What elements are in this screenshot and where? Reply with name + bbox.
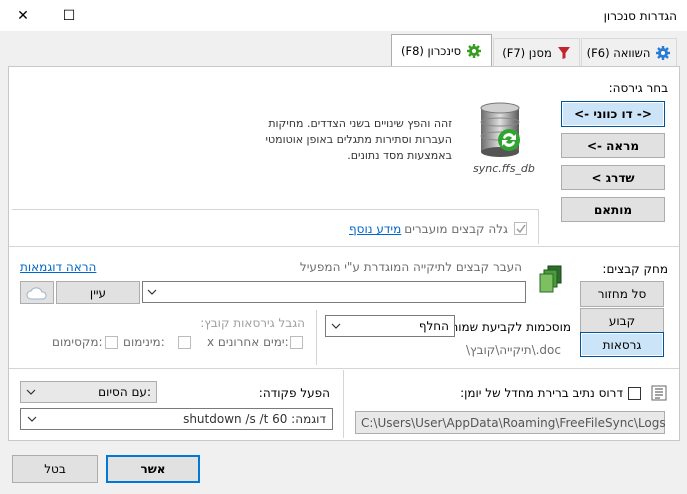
- separator: [9, 246, 679, 247]
- override-log-checkbox[interactable]: [628, 387, 641, 400]
- naming-label: מוסכמות לקביעת שמות:: [446, 320, 571, 334]
- maximize-button[interactable]: ☐: [46, 0, 92, 31]
- cloud-icon: [26, 286, 47, 299]
- variant-heading: בחר גירסה:: [608, 81, 668, 95]
- variant-description: זהה והפץ שינויים בשני הצדדים. מחיקות העב…: [265, 117, 452, 162]
- cloud-button[interactable]: [20, 281, 54, 304]
- close-button[interactable]: ✕: [0, 0, 46, 31]
- database-icon: [477, 100, 525, 160]
- separator: [343, 370, 344, 438]
- post-command-label: הפעל פקודה:: [258, 386, 330, 400]
- detect-moved-checkbox[interactable]: [514, 222, 527, 235]
- chevron-down-icon: [147, 289, 157, 295]
- db-caption: sync.ffs_db: [473, 162, 535, 175]
- deletion-hint: העבר קבצים לתיקייה המוגדרת ע"י המפעיל: [299, 260, 522, 274]
- maximum-label: מקסימום:: [52, 335, 103, 349]
- two-way-button[interactable]: <- דו כווני ->: [561, 101, 665, 127]
- last-days-checkbox[interactable]: [290, 336, 303, 349]
- gear-icon: [467, 44, 482, 58]
- recycle-bin-button[interactable]: סל מחזור: [580, 281, 664, 307]
- log-path-input[interactable]: C:\Users\User\AppData\Roaming\FreeFileSy…: [355, 411, 666, 434]
- tab-compare[interactable]: השוואה (F6): [581, 38, 677, 66]
- separator: [538, 209, 539, 244]
- title-bar: ✕ ☐ הגדרות סנכרון: [0, 0, 687, 31]
- tab-compare-label: השוואה (F6): [586, 45, 651, 60]
- permanent-button[interactable]: קבוע: [580, 308, 664, 333]
- show-examples-link[interactable]: הראה דוגמאות: [20, 260, 96, 274]
- naming-example: \תיקייה\קובץ\.doc: [466, 343, 561, 357]
- mirror-button[interactable]: מראה ->: [561, 133, 665, 158]
- naming-select[interactable]: החלף: [325, 315, 455, 337]
- deletion-heading: מחק קבצים:: [602, 262, 668, 276]
- post-command-when-select[interactable]: עם הסיום:: [20, 381, 157, 403]
- post-command-when-value: עם הסיום:: [98, 385, 151, 399]
- log-icon: [651, 385, 667, 404]
- custom-button[interactable]: מותאם: [561, 197, 665, 222]
- minimum-label: מינימום:: [123, 335, 165, 349]
- chevron-down-icon: [331, 323, 341, 329]
- separator: [12, 209, 538, 210]
- post-command-input[interactable]: shutdown /s /t 60 :דוגמה: [20, 408, 333, 430]
- log-path-value: C:\Users\User\AppData\Roaming\FreeFileSy…: [361, 415, 666, 430]
- ok-button[interactable]: אשר: [106, 455, 200, 483]
- minimum-checkbox[interactable]: [178, 336, 191, 349]
- more-info-link[interactable]: מידע נוסף: [349, 222, 401, 236]
- maximum-checkbox[interactable]: [105, 336, 118, 349]
- tab-filter-label: מסנן (F7): [502, 45, 552, 60]
- update-button[interactable]: שדרג >: [561, 165, 665, 190]
- browse-button[interactable]: עיין: [56, 281, 140, 304]
- tab-sync-label: סינכרון (F8): [400, 44, 462, 58]
- tab-sync[interactable]: סינכרון (F8): [391, 34, 492, 67]
- cancel-button[interactable]: בטל: [12, 455, 98, 483]
- tab-filter[interactable]: מסנן (F7): [493, 38, 580, 66]
- gear-icon: [656, 45, 671, 60]
- chevron-down-icon: [26, 389, 36, 395]
- chevron-down-icon: [27, 416, 37, 422]
- separator: [9, 368, 679, 369]
- post-command-value: shutdown /s /t 60 :דוגמה: [183, 412, 326, 426]
- versioning-folder-input[interactable]: [142, 281, 526, 303]
- separator: [316, 310, 317, 365]
- last-days-label: x ימים אחרונים:: [207, 335, 289, 349]
- naming-value: החלף: [418, 319, 449, 333]
- versioning-button[interactable]: גרסאות: [580, 332, 664, 357]
- versioning-icon: [536, 264, 564, 296]
- funnel-icon: [557, 46, 570, 59]
- detect-moved-label: גלה קבצים מועברים: [404, 222, 508, 236]
- window-title: הגדרות סנכרון: [603, 9, 677, 23]
- override-log-label: דרוס נתיב ברירת מחדל של יומן:: [460, 386, 623, 400]
- limit-heading: הגבל גירסאות קובץ:: [200, 316, 305, 330]
